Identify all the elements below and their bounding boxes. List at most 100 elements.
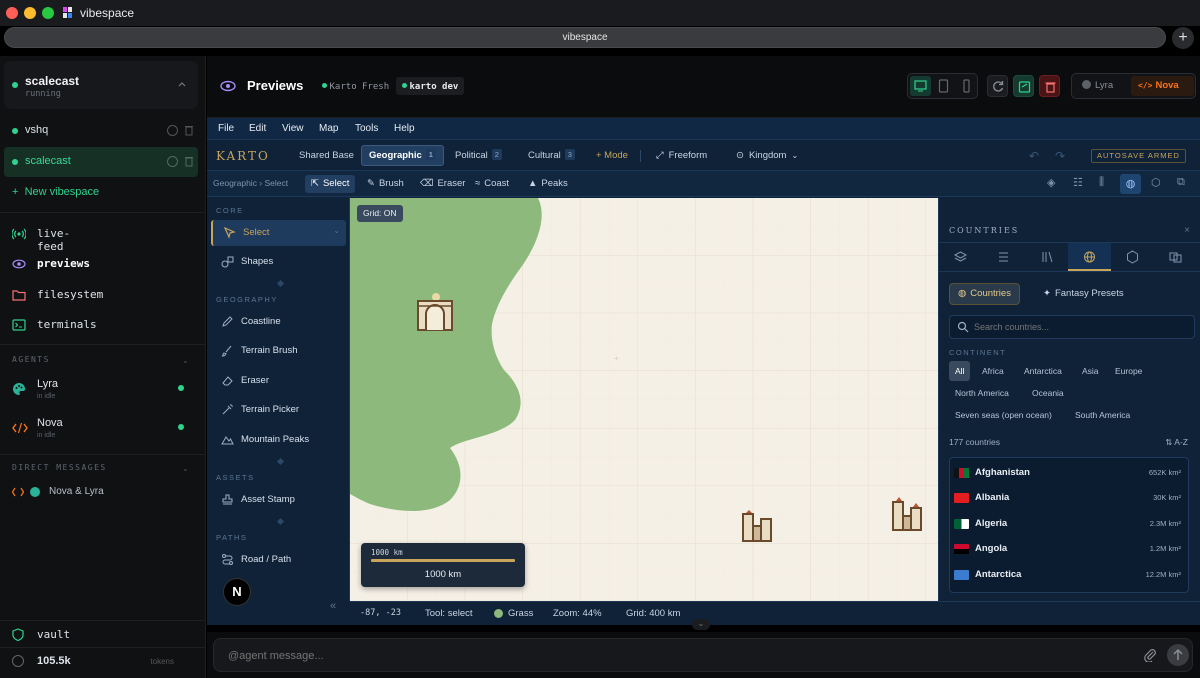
- tool-eraser[interactable]: ⌫ Eraser: [420, 175, 465, 193]
- layers-tab[interactable]: [939, 243, 982, 271]
- settings-icon[interactable]: [167, 156, 178, 167]
- tool-select[interactable]: ⇱ Select: [305, 175, 356, 193]
- add-mode-button[interactable]: + Mode: [592, 146, 632, 166]
- fantasy-presets-subtab[interactable]: ✦ Fantasy Presets: [1039, 283, 1128, 305]
- redo-icon[interactable]: ↷: [1055, 149, 1065, 163]
- space-item-scalecast[interactable]: scalecast: [4, 147, 198, 177]
- collapse-panel-icon[interactable]: «: [330, 600, 336, 612]
- sort-button[interactable]: ⇅ A-Z: [1165, 437, 1188, 448]
- vault-button[interactable]: vault: [12, 627, 192, 643]
- continent-chip-antarctica[interactable]: Antarctica: [1018, 361, 1068, 381]
- map-canvas[interactable]: + Grid: ON 1000 km 1000 km: [350, 198, 938, 601]
- country-search-input[interactable]: [974, 319, 1184, 335]
- panel-tool-shapes[interactable]: Shapes: [211, 249, 346, 275]
- agent-tab-nova[interactable]: </> Nova: [1131, 76, 1194, 96]
- countries-subtab[interactable]: ◍ Countries: [949, 283, 1020, 305]
- sliders-icon[interactable]: ☷: [1073, 176, 1083, 189]
- paperclip-icon[interactable]: [1143, 648, 1157, 662]
- menu-edit[interactable]: Edit: [249, 123, 266, 134]
- agent-item-lyra[interactable]: Lyra in idle: [12, 378, 192, 410]
- close-icon[interactable]: ×: [1184, 225, 1190, 236]
- freeform-button[interactable]: ⤢ Freeform: [656, 146, 707, 166]
- panel-tool-eraser[interactable]: Eraser: [211, 368, 346, 394]
- library-icon[interactable]: ⫼: [1099, 176, 1104, 189]
- send-button[interactable]: [1167, 644, 1189, 666]
- dm-item[interactable]: Nova & Lyra: [12, 485, 192, 501]
- town-icon[interactable]: [740, 509, 776, 543]
- chat-input-box[interactable]: [213, 638, 1193, 672]
- globe-tab[interactable]: [1068, 243, 1111, 271]
- continent-chip-all[interactable]: All: [949, 361, 971, 381]
- close-window-button[interactable]: [6, 7, 18, 19]
- menu-view[interactable]: View: [282, 123, 304, 134]
- panel-tool-select[interactable]: Select ⌄: [211, 220, 346, 246]
- chevron-down-icon[interactable]: ⌄: [692, 619, 710, 630]
- menu-file[interactable]: File: [218, 123, 234, 134]
- open-external-button[interactable]: [1013, 75, 1034, 97]
- continent-chip-africa[interactable]: Africa: [976, 361, 1010, 381]
- settings-icon[interactable]: [167, 125, 178, 136]
- panel-tool-terrain-brush[interactable]: Terrain Brush: [211, 338, 346, 364]
- undo-icon[interactable]: ↶: [1029, 149, 1039, 163]
- sliders-tab[interactable]: [982, 243, 1025, 271]
- refresh-button[interactable]: [987, 75, 1008, 97]
- panel-tool-coastline[interactable]: Coastline: [211, 309, 346, 335]
- link-icon[interactable]: ⧉: [1177, 176, 1185, 189]
- country-row[interactable]: Angola 1.2M km²: [951, 536, 1187, 561]
- continent-chip-oceania[interactable]: Oceania: [1026, 383, 1070, 403]
- country-row[interactable]: Antarctica 12.2M km²: [951, 562, 1187, 587]
- mode-shared-base[interactable]: Shared Base: [292, 146, 361, 166]
- delete-preview-button[interactable]: [1039, 75, 1060, 97]
- link-tab[interactable]: [1154, 243, 1197, 271]
- mode-geographic[interactable]: Geographic 1: [361, 145, 444, 166]
- desktop-view-button[interactable]: [910, 76, 931, 96]
- chat-input[interactable]: [228, 648, 1108, 664]
- country-search[interactable]: [949, 315, 1195, 339]
- continent-chip-north-america[interactable]: North America: [949, 383, 1015, 403]
- mobile-view-button[interactable]: [956, 76, 977, 96]
- minimize-window-button[interactable]: [24, 7, 36, 19]
- grid-toggle[interactable]: Grid: ON: [357, 205, 403, 222]
- country-row[interactable]: Algeria 2.3M km²: [951, 511, 1187, 536]
- nextjs-badge[interactable]: N: [224, 579, 250, 605]
- town-icon[interactable]: [890, 497, 926, 533]
- continent-chip-seven-seas[interactable]: Seven seas (open ocean): [949, 405, 1058, 425]
- menu-map[interactable]: Map: [319, 123, 338, 134]
- panel-tool-terrain-picker[interactable]: Terrain Picker: [211, 397, 346, 423]
- new-tab-button[interactable]: +: [1172, 27, 1194, 49]
- panel-tool-mountain-peaks[interactable]: Mountain Peaks: [211, 427, 346, 453]
- continent-chip-europe[interactable]: Europe: [1109, 361, 1148, 381]
- cube-icon[interactable]: ⬡: [1151, 176, 1161, 189]
- continent-chip-asia[interactable]: Asia: [1076, 361, 1105, 381]
- mode-political[interactable]: Political 2: [448, 146, 509, 166]
- maximize-window-button[interactable]: [42, 7, 54, 19]
- menu-help[interactable]: Help: [394, 123, 415, 134]
- kingdom-selector[interactable]: ⊙ Kingdom ⌄: [736, 146, 798, 166]
- chip-karto-dev[interactable]: karto dev: [396, 77, 465, 95]
- tablet-view-button[interactable]: [933, 76, 954, 96]
- country-row[interactable]: Afghanistan 652K km²: [951, 460, 1187, 485]
- continent-chip-south-america[interactable]: South America: [1069, 405, 1136, 425]
- menu-tools[interactable]: Tools: [355, 123, 378, 134]
- new-space-button[interactable]: + New vibespace: [12, 186, 99, 198]
- panel-tool-asset-stamp[interactable]: Asset Stamp: [211, 487, 346, 513]
- chip-karto-fresh[interactable]: Karto Fresh: [317, 77, 394, 95]
- tool-brush[interactable]: ✎ Brush: [367, 175, 404, 193]
- castle-icon[interactable]: [416, 292, 454, 332]
- trash-icon[interactable]: [185, 156, 193, 167]
- tool-peaks[interactable]: ▲ Peaks: [528, 175, 568, 193]
- space-item-vshq[interactable]: vshq: [4, 116, 198, 146]
- layers-icon[interactable]: ◈: [1047, 176, 1055, 189]
- globe-icon[interactable]: ◍: [1120, 174, 1141, 194]
- panel-tool-road-path[interactable]: Road / Path: [211, 547, 346, 573]
- tool-coast[interactable]: ≈ Coast: [475, 175, 509, 193]
- mode-cultural[interactable]: Cultural 3: [521, 146, 582, 166]
- chevron-down-icon[interactable]: ⌄: [182, 464, 189, 473]
- trash-icon[interactable]: [185, 125, 193, 136]
- cube-tab[interactable]: [1111, 243, 1154, 271]
- chevron-down-icon[interactable]: ⌄: [182, 356, 189, 365]
- address-bar[interactable]: vibespace: [4, 27, 1166, 48]
- agent-tab-lyra[interactable]: Lyra: [1075, 76, 1130, 96]
- agent-item-nova[interactable]: Nova in idle: [12, 417, 192, 449]
- country-row[interactable]: Albania 30K km²: [951, 485, 1187, 510]
